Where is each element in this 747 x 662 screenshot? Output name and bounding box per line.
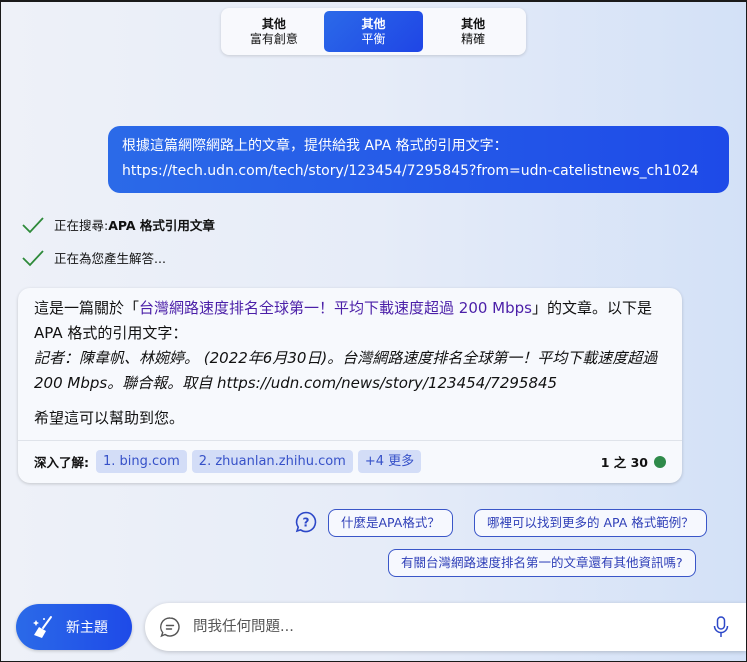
turn-counter-text: 1 之 30 (600, 455, 648, 470)
bot-response-body: 這是一篇關於「台灣網路速度排名全球第一！平均下載速度超過 200 Mbps」的文… (18, 288, 682, 431)
tone-balanced-line2: 平衡 (361, 31, 386, 46)
source-chip-zhihu[interactable]: 2. zhuanlan.zhihu.com (191, 450, 353, 473)
intro-before-text: 這是一篇關於「 (34, 299, 140, 317)
new-topic-button[interactable]: 新主題 (16, 604, 132, 650)
question-bubble-icon: ? (295, 511, 317, 533)
tone-creative-line2: 富有創意 (249, 31, 298, 46)
chat-input-container (145, 603, 746, 651)
status-searching-query: APA 格式引用文章 (108, 218, 215, 233)
tone-creative-line1: 其他 (261, 16, 286, 31)
article-title-link[interactable]: 台灣網路速度排名全球第一！平均下載速度超過 200 Mbps (139, 299, 532, 317)
suggestion-more-apa-examples[interactable]: 哪裡可以找到更多的 APA 格式範例？ (474, 509, 707, 537)
tone-precise-line1: 其他 (461, 16, 486, 31)
status-generating-text: 正在為您產生解答... (54, 251, 166, 266)
tone-precise-button[interactable]: 其他 精確 (423, 11, 523, 52)
tone-balanced-button[interactable]: 其他 平衡 (323, 11, 424, 52)
status-searching: 正在搜尋: APA 格式引用文章 (21, 215, 215, 234)
learn-more-label: 深入了解: (34, 455, 89, 470)
user-message-bubble: 根據這篇網際網路上的文章，提供給我 APA 格式的引用文字： https://t… (108, 126, 729, 193)
microphone-icon[interactable] (712, 615, 730, 639)
broom-icon (33, 616, 52, 638)
turn-counter: 1 之 30 (601, 452, 666, 471)
tone-balanced-line1: 其他 (361, 16, 386, 31)
closing-text: 希望這可以幫助到您。 (34, 409, 185, 427)
conversation-style-selector: 其他 富有創意 其他 平衡 其他 精確 (221, 8, 526, 55)
learn-more-bar: 深入了解: 1. bing.com 2. zhuanlan.zhihu.com … (18, 440, 682, 482)
tone-precise-line2: 精確 (461, 31, 486, 46)
bot-response-card: 這是一篇關於「台灣網路速度排名全球第一！平均下載速度超過 200 Mbps」的文… (18, 288, 682, 483)
new-topic-label: 新主題 (66, 620, 108, 636)
bot-response-intro: 這是一篇關於「台灣網路速度排名全球第一！平均下載速度超過 200 Mbps」的文… (34, 296, 666, 346)
check-icon (22, 216, 44, 233)
suggestion-what-is-apa[interactable]: 什麼是APA格式？ (328, 509, 453, 537)
chat-bubble-icon (160, 617, 180, 638)
source-chip-bing[interactable]: 1. bing.com (96, 450, 187, 473)
check-icon (22, 249, 44, 266)
status-generating: 正在為您產生解答... (21, 248, 166, 267)
more-sources-chip[interactable]: +4 更多 (357, 450, 422, 473)
user-message-url: https://tech.udn.com/tech/story/123454/7… (122, 163, 699, 179)
user-message-line1: 根據這篇網際網路上的文章，提供給我 APA 格式的引用文字： (122, 138, 508, 154)
status-searching-prefix: 正在搜尋: (54, 218, 109, 233)
apa-citation: 記者：陳韋帆、林婉婷。 (2022年6月30日)。台灣網路速度排名全球第一！平均… (34, 349, 658, 392)
tone-creative-button[interactable]: 其他 富有創意 (224, 11, 324, 52)
chat-input[interactable] (191, 618, 712, 636)
status-dot-icon (654, 455, 666, 468)
suggestion-more-article-info[interactable]: 有關台灣網路速度排名第一的文章還有其他資訊嗎? (388, 549, 696, 577)
svg-text:?: ? (303, 516, 310, 530)
